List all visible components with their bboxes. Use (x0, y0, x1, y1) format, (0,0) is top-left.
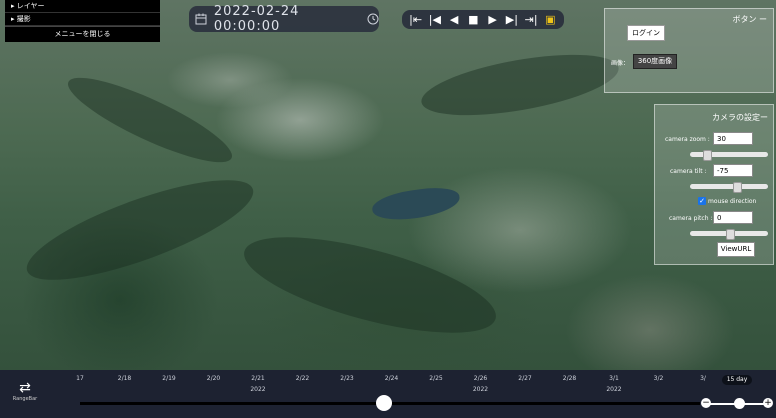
slider-thumb[interactable] (702, 150, 712, 161)
timeline-date-label: 3/2 (653, 375, 664, 382)
slider-thumb[interactable] (725, 229, 735, 240)
mouse-direction-label: mouse direction (708, 198, 757, 205)
go-to-end-button[interactable]: ⇥| (523, 10, 539, 29)
image-label: 画像： (611, 60, 630, 67)
timeline-date-label: 2/22 (295, 375, 310, 382)
timeline-date-label: 2/28 (562, 375, 577, 382)
timeline-bar: ⇄ RangeBar 17 2/18 2/19 2/20 2/21 2/22 2/23 2/2… (0, 370, 776, 418)
camera-zoom-slider[interactable] (690, 150, 768, 161)
step-back-button[interactable]: |◀ (427, 10, 443, 29)
swap-arrows-icon: ⇄ (19, 380, 31, 396)
date-display: 2022-02-24 00:00:00 (189, 4, 379, 34)
timeline-date-label: 2/26 (473, 375, 488, 382)
timeline-date-label: 2/21 (251, 375, 265, 382)
image-360-button[interactable]: 360度画像 (633, 54, 677, 69)
time-span-badge[interactable]: 15 day (722, 375, 752, 385)
camera-pitch-slider[interactable] (690, 229, 768, 240)
lake (370, 184, 462, 224)
menu-item-shooting[interactable]: ▸ 撮影 (5, 13, 160, 26)
settings-icon[interactable]: ▣ (542, 10, 558, 29)
timeline-date-label: 2/19 (162, 375, 176, 382)
button-panel: ボタン ー ログイン 画像： 360度画像 (604, 8, 774, 93)
timeline-year-label: 2022 (250, 386, 266, 393)
button-panel-title[interactable]: ボタン ー (732, 14, 767, 25)
timeline-date-label: 3/1 (609, 375, 619, 382)
camera-panel-title[interactable]: カメラの設定ー (712, 112, 768, 123)
timeline-date-label: 17 (76, 375, 84, 382)
zoom-out-button[interactable]: − (701, 398, 711, 408)
close-menu-button[interactable]: メニューを閉じる (5, 26, 160, 41)
zoom-in-button[interactable]: + (763, 398, 773, 408)
viewurl-button[interactable]: ViewURL (717, 242, 755, 257)
mouse-direction-checkbox[interactable]: ✓ (698, 197, 706, 205)
timeline-date-label: 2/27 (518, 375, 532, 382)
rangebar-label: RangeBar (12, 396, 38, 402)
menu-item-layer[interactable]: ▸ レイヤー (5, 0, 160, 13)
camera-panel: カメラの設定ー camera zoom : 30 camera tilt : -… (654, 104, 774, 265)
go-to-start-button[interactable]: |⇤ (408, 10, 424, 29)
camera-pitch-input[interactable]: 0 (713, 211, 753, 224)
slider-thumb[interactable] (732, 182, 742, 193)
timeline-date-label: 3/ (700, 375, 706, 382)
playback-controls: |⇤ |◀ ◀ ■ ▶ ▶| ⇥| ▣ (402, 10, 564, 29)
play-reverse-button[interactable]: ◀ (446, 10, 462, 29)
timeline-date-label: 2/23 (340, 375, 354, 382)
timeline-zoom-handle[interactable] (734, 398, 745, 409)
camera-tilt-input[interactable]: -75 (713, 164, 753, 177)
stop-button[interactable]: ■ (465, 10, 481, 29)
camera-zoom-label: camera zoom : (665, 136, 710, 143)
timeline-handle[interactable] (375, 395, 392, 411)
timeline-date-label: 2/18 (117, 375, 132, 382)
camera-pitch-label: camera pitch : (669, 215, 713, 222)
side-menu: ▸ レイヤー ▸ 撮影 メニューを閉じる (5, 0, 160, 42)
login-button[interactable]: ログイン (627, 25, 665, 41)
camera-zoom-input[interactable]: 30 (713, 132, 753, 145)
play-forward-button[interactable]: ▶ (485, 10, 501, 29)
camera-tilt-label: camera tilt : (670, 168, 707, 175)
calendar-icon[interactable] (195, 12, 208, 26)
timeline-year-label: 2022 (606, 386, 622, 393)
timeline-date-label: 2/20 (206, 375, 221, 382)
clock-icon[interactable] (366, 12, 379, 26)
timeline-year-label: 2022 (472, 386, 489, 393)
camera-tilt-slider[interactable] (690, 182, 768, 193)
timeline-date-label: 2/25 (429, 375, 443, 382)
step-forward-button[interactable]: ▶| (504, 10, 520, 29)
timeline-date-label: 2/24 (384, 375, 399, 382)
rangebar-toggle[interactable]: ⇄ RangeBar (8, 380, 42, 410)
timeline-ticks[interactable]: 17 2/18 2/19 2/20 2/21 2/22 2/23 2/24 2/25 2/26 2/… (76, 370, 716, 393)
datetime-value: 2022-02-24 00:00:00 (213, 4, 300, 34)
